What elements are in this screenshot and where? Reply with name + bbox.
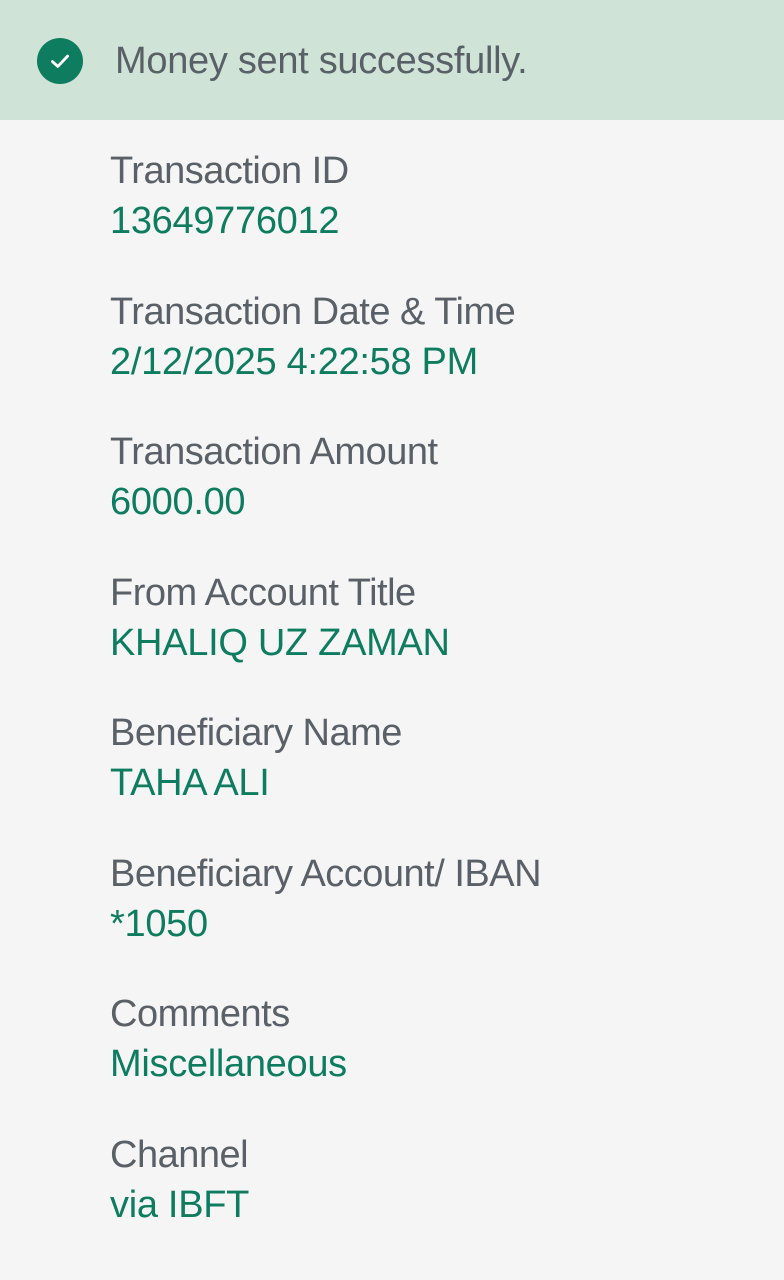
- field-value: 13649776012: [110, 200, 340, 242]
- field-label: Channel: [110, 1133, 249, 1176]
- field-value: 2/12/2025 4:22:58 PM: [110, 340, 478, 383]
- field-comments: Comments Miscellaneous: [110, 991, 770, 1132]
- field-value: 6000.00: [110, 481, 246, 523]
- field-label: Beneficiary Name: [110, 712, 402, 754]
- transaction-details: Transaction ID 13649776012 Transaction D…: [110, 148, 770, 1272]
- field-label: Transaction Amount: [110, 431, 438, 473]
- field-label: Comments: [110, 993, 290, 1035]
- field-label: Beneficiary Account/ IBAN: [110, 852, 542, 895]
- success-message: Money sent successfully.: [115, 40, 528, 82]
- field-transaction-date-time: Transaction Date & Time 2/12/2025 4:22:5…: [110, 289, 770, 430]
- check-circle-icon: [37, 38, 83, 84]
- field-transaction-id: Transaction ID 13649776012: [110, 148, 770, 289]
- field-value: Miscellaneous: [110, 1043, 347, 1085]
- field-transaction-amount: Transaction Amount 6000.00: [110, 429, 770, 570]
- field-beneficiary-name: Beneficiary Name TAHA ALI: [110, 710, 770, 851]
- field-label: Transaction ID: [110, 150, 349, 192]
- field-beneficiary-account: Beneficiary Account/ IBAN *1050: [110, 851, 770, 992]
- field-value: TAHA ALI: [110, 762, 270, 804]
- field-label: Transaction Date & Time: [110, 290, 516, 333]
- field-from-account-title: From Account Title KHALIQ UZ ZAMAN: [110, 570, 770, 711]
- field-value: KHALIQ UZ ZAMAN: [110, 621, 450, 664]
- field-channel: Channel via IBFT: [110, 1132, 770, 1273]
- success-banner: Money sent successfully.: [0, 0, 784, 120]
- field-value: *1050: [110, 902, 208, 945]
- field-label: From Account Title: [110, 571, 416, 614]
- field-value: via IBFT: [110, 1183, 250, 1226]
